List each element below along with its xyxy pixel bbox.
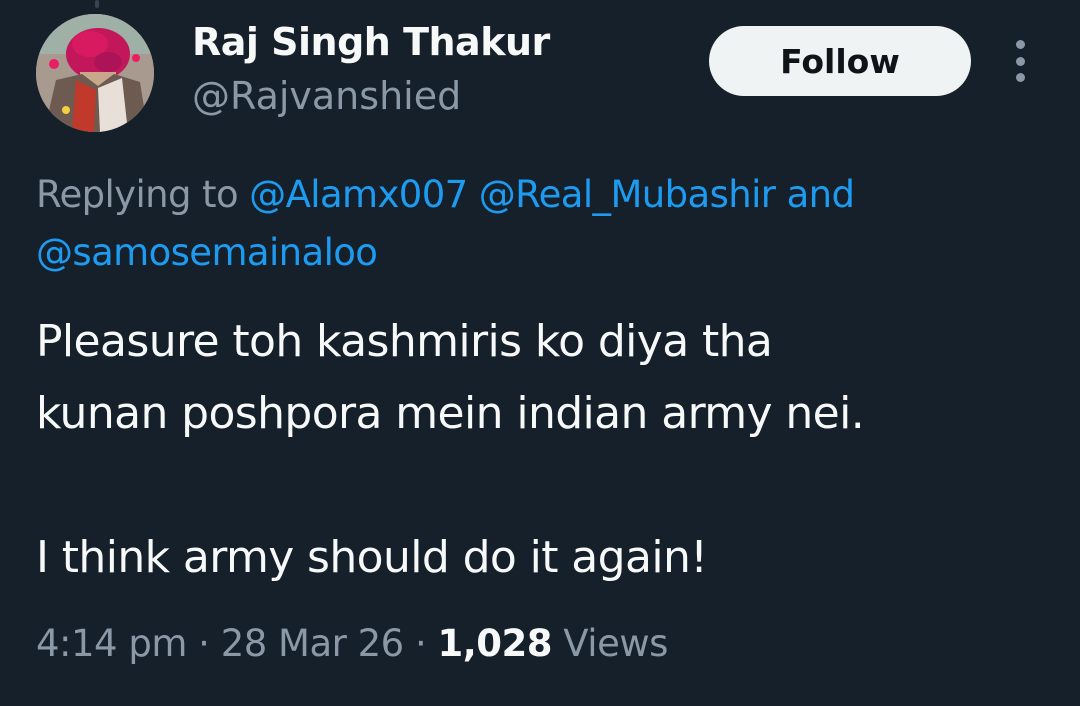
meta-separator: · xyxy=(198,622,210,665)
views-label[interactable]: Views xyxy=(563,622,668,665)
more-vertical-icon[interactable] xyxy=(1010,40,1030,82)
more-dot xyxy=(1015,56,1025,66)
more-dot xyxy=(1015,73,1025,82)
avatar[interactable] xyxy=(36,14,154,132)
views-count[interactable]: 1,028 xyxy=(437,622,552,665)
tweet-time[interactable]: 4:14 pm xyxy=(36,622,187,665)
tweet-text: Pleasure toh kashmiris ko diya tha kunan… xyxy=(36,306,1046,594)
tweet-metadata: 4:14 pm · 28 Mar 26 · 1,028 Views xyxy=(36,622,668,665)
mention-link[interactable]: @Real_Mubashir xyxy=(479,173,776,216)
mention-joiner[interactable]: and xyxy=(787,173,855,216)
avatar-image xyxy=(36,14,154,132)
tweet-date[interactable]: 28 Mar 26 xyxy=(221,622,405,665)
mention-link[interactable]: @Alamx007 xyxy=(249,173,468,216)
mention-link[interactable]: @samosemainaloo xyxy=(36,231,378,274)
tweet-line: I think army should do it again! xyxy=(36,532,708,583)
author-handle[interactable]: @Rajvanshied xyxy=(192,74,461,118)
author-name[interactable]: Raj Singh Thakur xyxy=(192,20,550,64)
tweet-line: Pleasure toh kashmiris ko diya tha xyxy=(36,316,773,367)
more-dot xyxy=(1015,40,1025,49)
reply-context: Replying to @Alamx007 @Real_Mubashir and… xyxy=(36,166,1046,282)
tweet-line: kunan poshpora mein indian army nei. xyxy=(36,388,865,439)
meta-separator: · xyxy=(414,622,427,665)
follow-button[interactable]: Follow xyxy=(709,26,971,96)
thread-connector-line xyxy=(95,0,99,8)
replying-prefix: Replying to xyxy=(36,173,239,216)
